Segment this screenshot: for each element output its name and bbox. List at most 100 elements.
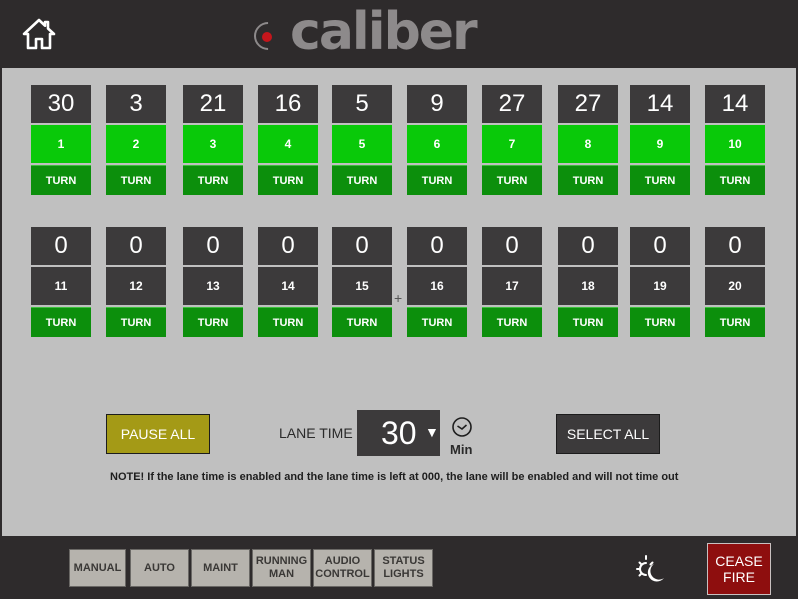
lane-select-button[interactable]: 19 <box>630 267 690 305</box>
lane-turn-button[interactable]: TURN <box>630 307 690 337</box>
lane-turn-button[interactable]: TURN <box>258 165 318 195</box>
lane-select-button[interactable]: 15 <box>332 267 392 305</box>
lane-time-display: 5 <box>332 85 392 123</box>
auto-mode-button[interactable]: AUTO <box>130 549 189 587</box>
lane-select-button[interactable]: 18 <box>558 267 618 305</box>
lane-time-display: 14 <box>705 85 765 123</box>
lane-10: 14 10 TURN <box>705 85 765 195</box>
lane-select-button[interactable]: 10 <box>705 125 765 163</box>
lane-turn-button[interactable]: TURN <box>31 165 91 195</box>
lane-turn-button[interactable]: TURN <box>705 307 765 337</box>
lane-turn-button[interactable]: TURN <box>332 165 392 195</box>
lane-turn-button[interactable]: TURN <box>332 307 392 337</box>
lane-select-button[interactable]: 4 <box>258 125 318 163</box>
lane-18: 0 18 TURN <box>558 227 618 337</box>
lane-turn-button[interactable]: TURN <box>31 307 91 337</box>
lane-select-button[interactable]: 8 <box>558 125 618 163</box>
auto-label: AUTO <box>144 561 175 574</box>
lane-time-display: 0 <box>332 227 392 265</box>
lane-time-dropdown[interactable]: 30 ▼ <box>357 410 440 456</box>
running-man-button[interactable]: RUNNING MAN <box>252 549 311 587</box>
lane-turn-button[interactable]: TURN <box>407 165 467 195</box>
audio-control-label-line2: CONTROL <box>315 568 370 580</box>
lane-select-button[interactable]: 2 <box>106 125 166 163</box>
lane-select-button[interactable]: 3 <box>183 125 243 163</box>
lane-time-label: LANE TIME <box>279 425 353 441</box>
lane-turn-button[interactable]: TURN <box>558 307 618 337</box>
lane-select-button[interactable]: 20 <box>705 267 765 305</box>
lane-select-button[interactable]: 1 <box>31 125 91 163</box>
lane-17: 0 17 TURN <box>482 227 542 337</box>
lane-14: 0 14 TURN <box>258 227 318 337</box>
lane-time-display: 27 <box>558 85 618 123</box>
lane-time-display: 0 <box>558 227 618 265</box>
lane-time-note: NOTE! If the lane time is enabled and th… <box>110 471 679 483</box>
logo-red-dot <box>262 32 272 42</box>
lane-time-display: 0 <box>630 227 690 265</box>
cease-fire-label-line2: FIRE <box>723 569 755 585</box>
status-lights-button[interactable]: STATUS LIGHTS <box>374 549 433 587</box>
lane-select-button[interactable]: 9 <box>630 125 690 163</box>
lane-15: 0 15 TURN <box>332 227 392 337</box>
lane-time-display: 21 <box>183 85 243 123</box>
lane-13: 0 13 TURN <box>183 227 243 337</box>
lane-12: 0 12 TURN <box>106 227 166 337</box>
lane-select-button[interactable]: 17 <box>482 267 542 305</box>
lane-turn-button[interactable]: TURN <box>407 307 467 337</box>
lane-11: 0 11 TURN <box>31 227 91 337</box>
lane-time-display: 0 <box>106 227 166 265</box>
lane-select-button[interactable]: 14 <box>258 267 318 305</box>
audio-control-label-line1: AUDIO <box>324 555 361 567</box>
lane-select-button[interactable]: 7 <box>482 125 542 163</box>
lane-turn-button[interactable]: TURN <box>183 165 243 195</box>
select-all-button[interactable]: SELECT ALL <box>556 414 660 454</box>
lane-time-display: 14 <box>630 85 690 123</box>
lane-turn-button[interactable]: TURN <box>482 165 542 195</box>
status-lights-label-line1: STATUS <box>382 555 425 567</box>
lane-time-display: 3 <box>106 85 166 123</box>
lane-time-display: 9 <box>407 85 467 123</box>
lane-select-button[interactable]: 13 <box>183 267 243 305</box>
clock-icon <box>451 416 473 438</box>
lane-time-display: 0 <box>183 227 243 265</box>
header-bar: caliber <box>0 0 798 68</box>
lane-time-display: 0 <box>258 227 318 265</box>
lane-9: 14 9 TURN <box>630 85 690 195</box>
lane-turn-button[interactable]: TURN <box>558 165 618 195</box>
dropdown-arrow-icon: ▼ <box>425 424 439 440</box>
lane-select-button[interactable]: 5 <box>332 125 392 163</box>
footer-bar: MANUAL AUTO MAINT RUNNING MAN AUDIO CONT… <box>0 536 798 599</box>
running-man-label-line2: MAN <box>268 568 295 580</box>
maint-mode-button[interactable]: MAINT <box>191 549 250 587</box>
lane-turn-button[interactable]: TURN <box>258 307 318 337</box>
lane-16: 0 16 TURN <box>407 227 467 337</box>
home-icon <box>22 18 56 50</box>
lane-turn-button[interactable]: TURN <box>482 307 542 337</box>
lane-5: 5 5 TURN <box>332 85 392 195</box>
lane-4: 16 4 TURN <box>258 85 318 195</box>
lane-3: 21 3 TURN <box>183 85 243 195</box>
home-button[interactable] <box>22 18 56 50</box>
lane-turn-button[interactable]: TURN <box>630 165 690 195</box>
lane-turn-button[interactable]: TURN <box>183 307 243 337</box>
lane-select-button[interactable]: 6 <box>407 125 467 163</box>
lane-select-button[interactable]: 12 <box>106 267 166 305</box>
lane-time-display: 0 <box>31 227 91 265</box>
pause-all-button[interactable]: PAUSE ALL <box>106 414 210 454</box>
lane-7: 27 7 TURN <box>482 85 542 195</box>
lane-time-display: 30 <box>31 85 91 123</box>
lane-19: 0 19 TURN <box>630 227 690 337</box>
lane-select-button[interactable]: 11 <box>31 267 91 305</box>
lane-turn-button[interactable]: TURN <box>106 165 166 195</box>
day-night-toggle-icon[interactable] <box>634 554 666 584</box>
lane-turn-button[interactable]: TURN <box>106 307 166 337</box>
lane-select-button[interactable]: 16 <box>407 267 467 305</box>
cease-fire-button[interactable]: CEASE FIRE <box>707 543 771 595</box>
running-man-label-line1: RUNNING <box>255 555 308 567</box>
lane-time-display: 0 <box>482 227 542 265</box>
logo-text: caliber <box>290 2 478 62</box>
manual-mode-button[interactable]: MANUAL <box>69 549 126 587</box>
lane-time-display: 0 <box>705 227 765 265</box>
audio-control-button[interactable]: AUDIO CONTROL <box>313 549 372 587</box>
lane-turn-button[interactable]: TURN <box>705 165 765 195</box>
